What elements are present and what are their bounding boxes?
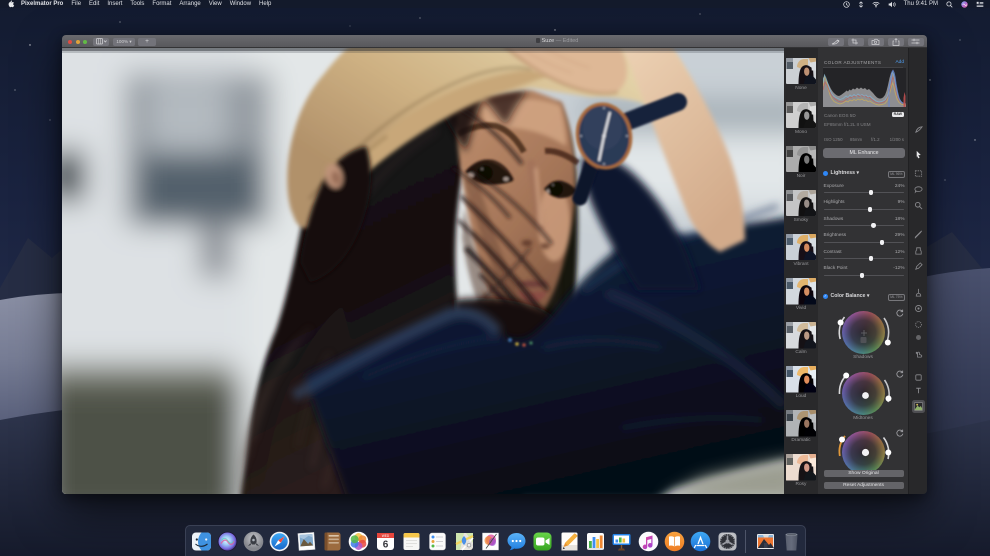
svg-text:6: 6 xyxy=(382,539,388,550)
svg-text:WED: WED xyxy=(381,533,389,537)
